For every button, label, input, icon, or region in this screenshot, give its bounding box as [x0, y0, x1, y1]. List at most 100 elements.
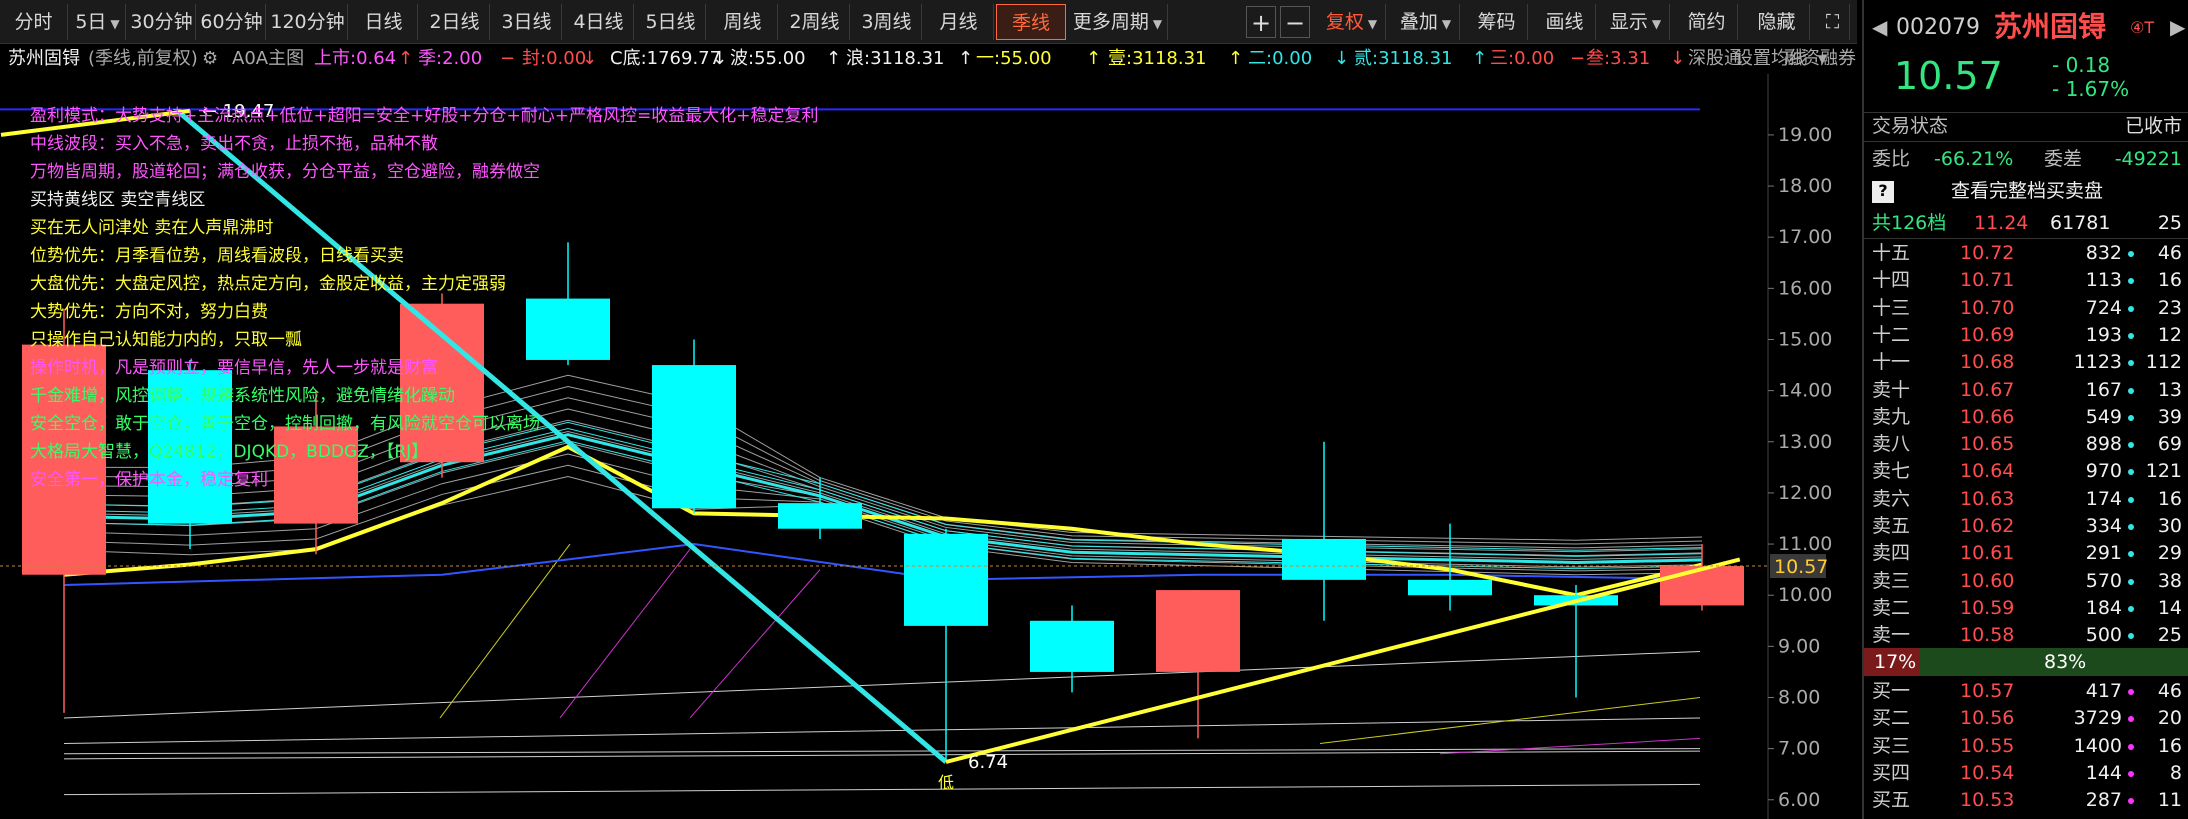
buy-level-count: 16 [2157, 734, 2182, 757]
candle-body-13 [1660, 566, 1744, 606]
y-tick-label-13: 6.00 [1778, 789, 1820, 811]
candle-body-8 [1030, 620, 1114, 672]
period-tab-7[interactable]: 3日线 [492, 4, 562, 40]
forward-arrow-icon[interactable]: ▶ [2170, 14, 2185, 41]
sell-level-row-14[interactable]: 卖一 10.58 500 25 [1864, 622, 2188, 649]
hide-button[interactable]: 隐藏 [1744, 4, 1810, 40]
buy-level-volume: 3729 [2073, 707, 2122, 730]
set-ma-button[interactable]: 设置均线 [1735, 44, 1807, 74]
buy-level-row-4[interactable]: 买五 10.53 287 11 [1864, 787, 2188, 814]
weibi-label: 委比 [1872, 148, 1911, 170]
indicator-value-12: 一:55.00 [976, 48, 1052, 69]
period-tab-9[interactable]: 5日线 [636, 4, 706, 40]
sell-level-row-11[interactable]: 卖四 10.61 291 29 [1864, 540, 2188, 567]
indicator-value-11: ↑ [958, 48, 974, 69]
view-full-orderbook-button[interactable]: 查看完整档买卖盘 [1864, 178, 2188, 205]
zoom-out-button[interactable]: − [1280, 6, 1310, 38]
sell-level-price: 10.71 [1960, 269, 2015, 292]
sell-level-row-3[interactable]: 十二 10.69 193 12 [1864, 322, 2188, 349]
annotation-line-10: 千金难增，风控调整，规避系统性风险，避免情绪化躁动 [30, 386, 455, 406]
sell-level-row-6[interactable]: 卖九 10.66 549 39 [1864, 404, 2188, 431]
annotation-line-1: 中线波段：买入不急，卖出不贪，止损不拖，品种不散 [30, 134, 438, 154]
period-tab-14[interactable]: 季线 [996, 4, 1066, 40]
sell-level-count: 16 [2157, 487, 2182, 510]
sell-level-price: 10.61 [1960, 542, 2015, 565]
sell-level-row-4[interactable]: 十一 10.68 1123 112 [1864, 349, 2188, 376]
indicator-value-6: C底:1769.77 [610, 48, 722, 69]
period-tab-8[interactable]: 4日线 [564, 4, 634, 40]
indicator-value-10: 浪:3118.31 [846, 48, 945, 69]
period-tab-12[interactable]: 3周线 [852, 4, 922, 40]
sell-level-row-1[interactable]: 十四 10.71 113 16 [1864, 267, 2188, 294]
current-price-tag: 10.57 [1774, 556, 1828, 578]
buy-level-row-0[interactable]: 买一 10.57 417 46 [1864, 678, 2188, 705]
sell-level-row-9[interactable]: 卖六 10.63 174 16 [1864, 486, 2188, 513]
sell-level-level-label: 卖六 [1872, 487, 1911, 510]
period-tab-1[interactable]: 5日 ▼ [70, 4, 126, 40]
period-tab-15[interactable]: 更多周期 ▼ [1068, 4, 1168, 40]
chevron-down-icon: ▼ [1367, 17, 1378, 31]
sell-level-row-10[interactable]: 卖五 10.62 334 30 [1864, 513, 2188, 540]
sell-level-count: 30 [2157, 515, 2182, 537]
candlestick-chart[interactable]: 19.00 18.00 17.00 16.00 15.00 14.00 13.00 12.00… [0, 74, 1857, 819]
buy-level-price: 10.56 [1960, 707, 2015, 730]
indicator-value-5: ↓ [582, 48, 598, 69]
sell-level-level-label: 卖七 [1872, 460, 1911, 483]
fuquan-dropdown[interactable]: 复权 ▼ [1318, 4, 1386, 40]
sell-level-row-12[interactable]: 卖三 10.60 570 38 [1864, 568, 2188, 595]
indicator-value-1: ↑ [398, 48, 414, 69]
simple-mode-button[interactable]: 简约 [1676, 4, 1738, 40]
sell-level-volume: 970 [2085, 460, 2122, 483]
sell-level-row-8[interactable]: 卖七 10.64 970 121 [1864, 458, 2188, 485]
order-dot-icon [2128, 387, 2134, 394]
trade-state: 已收市 [2124, 115, 2182, 137]
sell-level-row-7[interactable]: 卖八 10.65 898 69 [1864, 431, 2188, 458]
shen-gu-tong-link[interactable]: 深股通 [1688, 44, 1742, 74]
y-tick-label-2: 17.00 [1778, 226, 1832, 248]
zoom-in-button[interactable]: + [1246, 6, 1276, 38]
sell-level-level-label: 卖三 [1872, 569, 1911, 592]
chevron-down-icon: ▼ [1817, 52, 1827, 66]
sell-level-row-0[interactable]: 十五 10.72 832 46 [1864, 240, 2188, 267]
buy-level-row-1[interactable]: 买二 10.56 3729 20 [1864, 705, 2188, 732]
period-tab-10[interactable]: 周线 [708, 4, 778, 40]
indicator-value-3: − [500, 48, 516, 69]
draw-line-button[interactable]: 画线 [1534, 4, 1596, 40]
period-tab-6[interactable]: 2日线 [420, 4, 490, 40]
overlay-dropdown[interactable]: 叠加 ▼ [1392, 4, 1460, 40]
period-tab-13[interactable]: 月线 [924, 4, 994, 40]
sell-level-count: 29 [2157, 542, 2182, 565]
sell-level-level-label: 十二 [1872, 323, 1911, 346]
order-dot-icon [2128, 278, 2134, 285]
y-tick-label-11: 8.00 [1778, 686, 1820, 708]
fullscreen-icon[interactable]: ⛶ [1816, 4, 1850, 40]
chart-mode-label: (季线,前复权) [88, 48, 198, 69]
gear-icon[interactable]: ⚙ [202, 44, 218, 74]
sell-level-row-2[interactable]: 十三 10.70 724 23 [1864, 295, 2188, 322]
y-tick-label-12: 7.00 [1778, 738, 1820, 760]
sell-level-price: 10.70 [1960, 296, 2015, 319]
main-indicator-label[interactable]: A0A主图 [232, 44, 304, 74]
period-tab-3[interactable]: 60分钟 [198, 4, 266, 40]
sell-level-row-5[interactable]: 卖十 10.67 167 13 [1864, 377, 2188, 404]
indicator-value-7: ↓ [712, 48, 728, 69]
buy-level-count: 11 [2157, 789, 2182, 812]
period-tab-11[interactable]: 2周线 [780, 4, 850, 40]
buy-level-row-3[interactable]: 买四 10.54 144 8 [1864, 760, 2188, 787]
period-tab-2[interactable]: 30分钟 [128, 4, 196, 40]
chips-button[interactable]: 筹码 [1466, 4, 1528, 40]
period-tab-4[interactable]: 120分钟 [268, 4, 348, 40]
sell-level-row-13[interactable]: 卖二 10.59 184 14 [1864, 595, 2188, 622]
display-dropdown[interactable]: 显示 ▼ [1602, 4, 1670, 40]
annotation-line-7: 大势优先：方向不对，努力白费 [30, 302, 268, 322]
order-dot-icon [2128, 551, 2134, 558]
buy-level-row-2[interactable]: 买三 10.55 1400 16 [1864, 733, 2188, 760]
y-tick-label-3: 16.00 [1778, 277, 1832, 299]
weibi-row: 委比 -66.21% 委差 -49221 [1864, 146, 2188, 173]
view-full-orderbook-row[interactable]: ? 查看完整档买卖盘 [1864, 178, 2188, 205]
sell-level-price: 10.65 [1960, 433, 2015, 456]
period-tab-5[interactable]: 日线 [350, 4, 418, 40]
back-arrow-icon[interactable]: ◀ [1872, 14, 1887, 41]
stock-name-label: 苏州固锝 [8, 48, 80, 69]
period-tab-0[interactable]: 分时 [0, 4, 68, 40]
